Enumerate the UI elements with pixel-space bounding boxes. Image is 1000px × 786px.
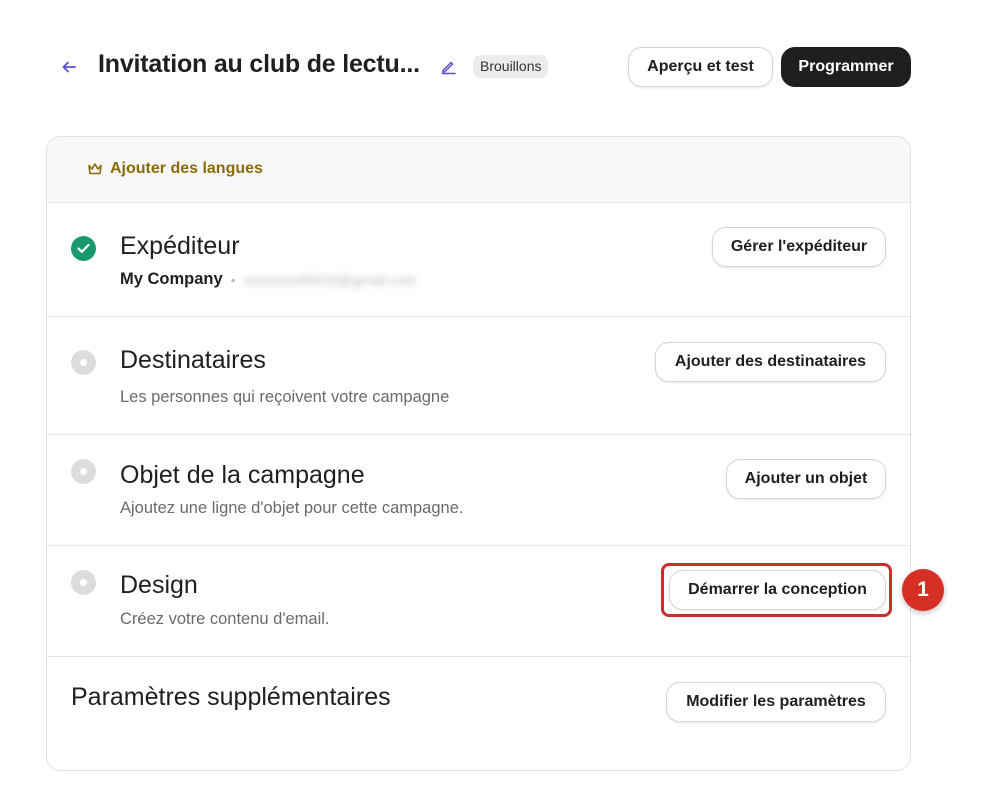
section-subject: Objet de la campagne Ajoutez une ligne d… xyxy=(47,435,910,546)
page-title: Invitation au club de lectu... xyxy=(98,50,420,78)
page-header: Invitation au club de lectu... Brouillon… xyxy=(0,0,1000,120)
back-button[interactable] xyxy=(58,56,80,78)
section-description: Les personnes qui reçoivent votre campag… xyxy=(120,388,450,406)
status-badge: Brouillons xyxy=(473,55,549,78)
step-marker: 1 xyxy=(902,569,944,611)
preview-and-test-button[interactable]: Aperçu et test xyxy=(628,47,773,87)
languages-bar: Ajouter des langues xyxy=(47,137,910,203)
section-sender: Expéditeur My Company • xxxxxxxx00019@gm… xyxy=(47,203,910,317)
add-languages-link[interactable]: Ajouter des langues xyxy=(87,160,263,178)
pencil-icon xyxy=(441,61,456,74)
section-description: Créez votre contenu d'email. xyxy=(120,610,330,628)
edit-settings-button[interactable]: Modifier les paramètres xyxy=(666,682,886,722)
section-title: Objet de la campagne xyxy=(120,461,365,489)
section-title: Paramètres supplémentaires xyxy=(71,683,391,711)
section-additional-settings: Paramètres supplémentaires Modifier les … xyxy=(47,657,910,770)
sender-info: My Company • xxxxxxxx00019@gmail.com xyxy=(120,270,417,289)
sender-name: My Company xyxy=(120,270,223,288)
section-title: Destinataires xyxy=(120,346,266,374)
schedule-button[interactable]: Programmer xyxy=(781,47,911,87)
section-description: Ajoutez une ligne d'objet pour cette cam… xyxy=(120,499,464,517)
manage-sender-button[interactable]: Gérer l'expéditeur xyxy=(712,227,886,267)
section-recipients: Destinataires Les personnes qui reçoiven… xyxy=(47,317,910,435)
add-languages-label: Ajouter des langues xyxy=(110,160,263,177)
edit-title-button[interactable] xyxy=(438,56,458,76)
separator-dot: • xyxy=(230,271,236,288)
arrow-left-icon xyxy=(62,61,76,73)
sender-email: xxxxxxxx00019@gmail.com xyxy=(243,271,417,288)
add-subject-button[interactable]: Ajouter un objet xyxy=(726,459,886,499)
crown-icon xyxy=(88,163,102,175)
pending-circle-icon xyxy=(71,459,96,484)
section-title: Design xyxy=(120,571,198,599)
pending-circle-icon xyxy=(71,350,96,375)
campaign-setup-card: Ajouter des langues Expéditeur My Compan… xyxy=(46,136,911,771)
start-design-button[interactable]: Démarrer la conception xyxy=(669,570,886,610)
add-recipients-button[interactable]: Ajouter des destinataires xyxy=(655,342,886,382)
section-title: Expéditeur xyxy=(120,232,240,260)
section-design: Design Créez votre contenu d'email. Déma… xyxy=(47,546,910,657)
pending-circle-icon xyxy=(71,570,96,595)
check-circle-icon xyxy=(71,236,96,261)
